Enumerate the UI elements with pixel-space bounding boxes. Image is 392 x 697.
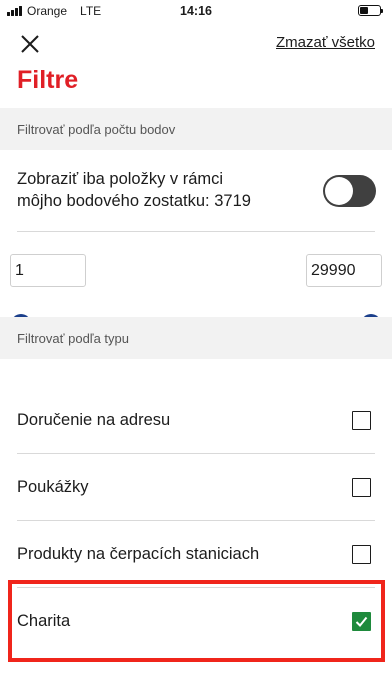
station-products-checkbox[interactable] — [352, 544, 371, 564]
type-item-label: Poukážky — [17, 477, 89, 496]
type-item-label: Doručenie na adresu — [17, 410, 171, 429]
clear-all-link[interactable]: Zmazať všetko — [276, 34, 375, 51]
status-time: 14:16 — [180, 4, 212, 18]
type-item-vouchers[interactable]: Poukážky — [17, 454, 375, 520]
battery-icon — [358, 5, 383, 16]
range-min-input[interactable] — [10, 254, 86, 287]
points-balance-toggle[interactable] — [323, 175, 376, 207]
vouchers-checkbox[interactable] — [352, 477, 371, 497]
type-item-station-products[interactable]: Produkty na čerpacích staniciach — [17, 521, 375, 587]
points-section-header: Filtrovať podľa počtu bodov — [0, 108, 392, 150]
divider — [17, 231, 375, 232]
toggle-knob — [325, 177, 353, 205]
page-title: Filtre — [17, 66, 79, 94]
type-item-delivery[interactable]: Doručenie na adresu — [17, 387, 375, 453]
delivery-checkbox[interactable] — [352, 410, 371, 430]
status-bar: Orange LTE 14:16 — [0, 0, 392, 22]
close-button[interactable] — [18, 32, 42, 56]
type-item-label: Produkty na čerpacích staniciach — [17, 544, 260, 563]
charity-highlight-box — [8, 580, 385, 662]
type-section-header: Filtrovať podľa typu — [0, 317, 392, 359]
range-max-input[interactable] — [306, 254, 382, 287]
close-icon — [21, 35, 39, 53]
